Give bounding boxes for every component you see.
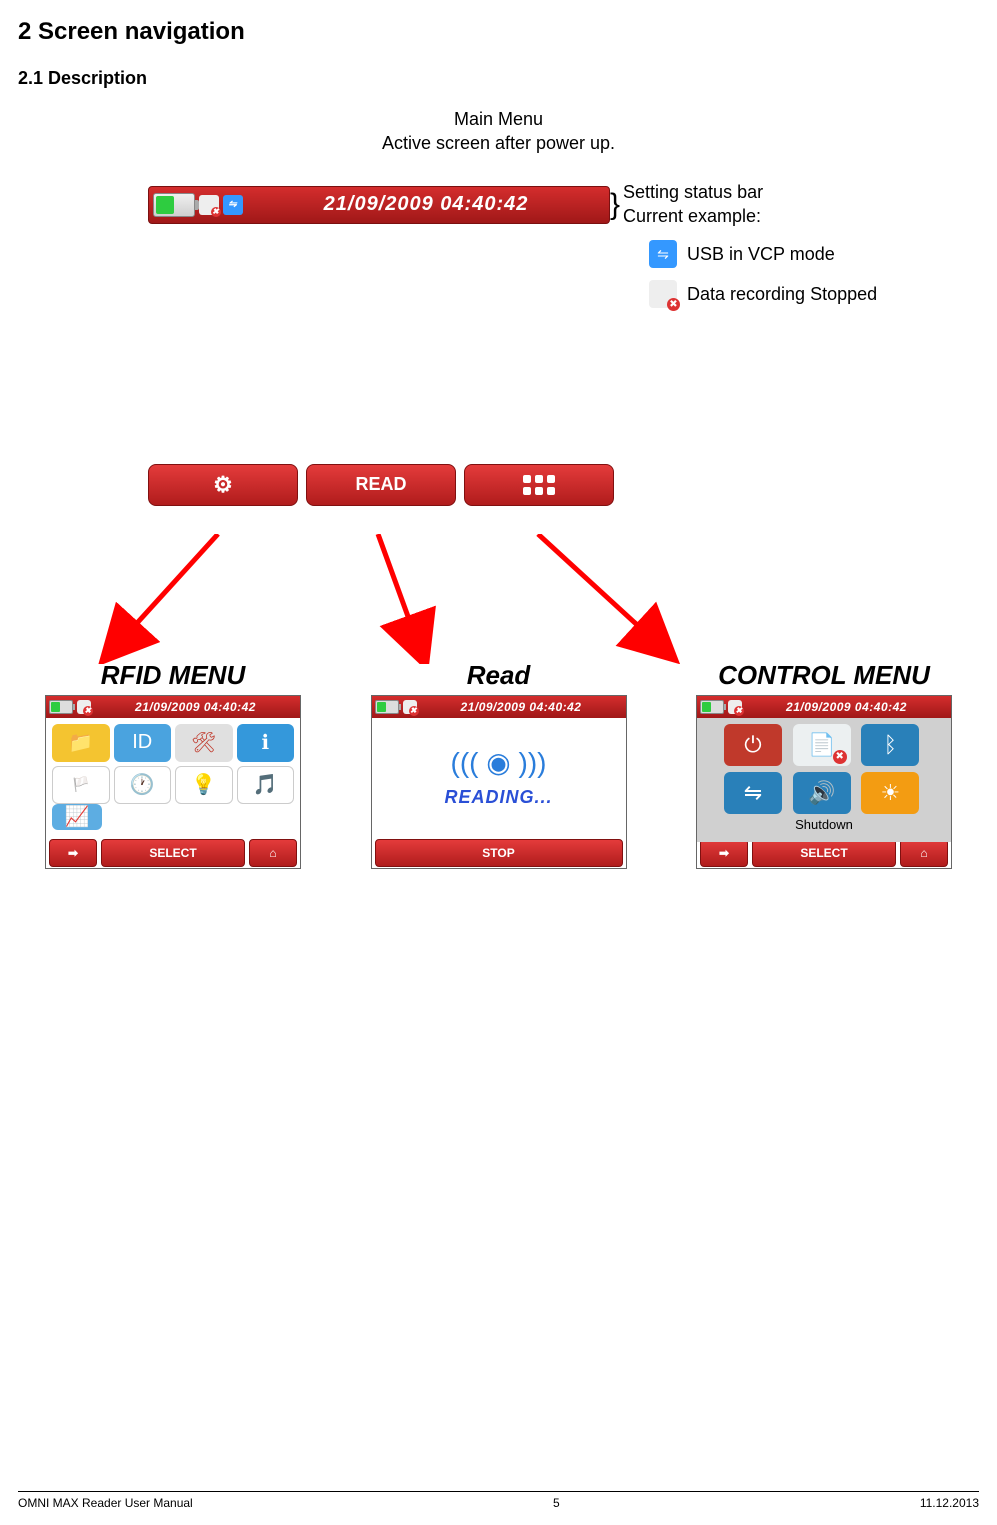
battery-icon [153,193,195,217]
rfid-title: RFID MENU [18,660,328,691]
section-heading: 2 Screen navigation [18,18,979,46]
recording-stopped-icon [77,700,91,714]
status-datetime: 21/09/2009 04:40:42 [243,193,609,216]
recording-stopped-icon [728,700,742,714]
info-icon[interactable]: ℹ [237,724,295,762]
recording-stopped-icon [199,195,219,215]
side-annotation: Setting status bar Current example: ⇋ US… [623,180,877,309]
rfid-row3: 📈 [52,804,102,830]
battery-icon [700,700,724,714]
intro-line2: Active screen after power up. [382,133,615,153]
recording-stopped-icon [403,700,417,714]
select-button[interactable]: SELECT [752,839,896,867]
signal-icon: ((( ◉ ))) [451,746,547,779]
control-selection-label: Shutdown [795,817,853,832]
rfid-icon[interactable]: ID [114,724,172,762]
usb-ctrl-icon[interactable]: ⇋ [724,772,782,814]
screens-row: RFID MENU 21/09/2009 04:40:42 📁 ID 🛠 ℹ 🏳… [18,660,979,869]
legend-usb: ⇋ USB in VCP mode [649,240,877,268]
rfid-status-datetime: 21/09/2009 04:40:42 [91,700,300,714]
tools-icon[interactable]: 🛠 [175,724,233,762]
battery-icon [375,700,399,714]
next-button[interactable]: ➡ [49,839,97,867]
control-title: CONTROL MENU [669,660,979,691]
control-menu-button[interactable] [464,464,614,506]
gear-icon: ⚙ [213,472,233,498]
control-body: ⏻ 📄✖ ᛒ ⇋ 🔊 ☀ Shutdown [697,718,951,836]
subsection-heading: 2.1 Description [18,68,979,89]
select-button[interactable]: SELECT [101,839,245,867]
page-footer: OMNI MAX Reader User Manual 5 11.12.2013 [18,1491,979,1510]
home-button[interactable]: ⌂ [249,839,297,867]
brace-icon: } [610,188,620,222]
rec-legend-icon [649,280,677,308]
side-line2: Current example: [623,204,877,228]
read-button[interactable]: READ [306,464,456,506]
rfid-icon-grid: 📁 ID 🛠 ℹ 🏳️ 🕐 💡 🎵 [46,718,300,810]
next-button[interactable]: ➡ [700,839,748,867]
home-button[interactable]: ⌂ [900,839,948,867]
legend-rec: Data recording Stopped [649,280,877,308]
doc-stop-icon[interactable]: 📄✖ [793,724,851,766]
read-footer: STOP [372,836,626,868]
battery-icon [49,700,73,714]
rfid-body: 📁 ID 🛠 ℹ 🏳️ 🕐 💡 🎵 📈 [46,718,300,836]
bluetooth-icon[interactable]: ᛒ [861,724,919,766]
read-status-datetime: 21/09/2009 04:40:42 [417,700,626,714]
intro-title: Main Menu Active screen after power up. [18,107,979,156]
music-icon[interactable]: 🎵 [237,766,295,804]
intro-line1: Main Menu [454,109,543,129]
control-grid: ⏻ 📄✖ ᛒ ⇋ 🔊 ☀ [724,724,924,814]
arrows-layer [18,534,979,654]
control-column: CONTROL MENU 21/09/2009 04:40:42 ⏻ 📄✖ ᛒ … [669,660,979,869]
side-line1: Setting status bar [623,180,877,204]
rfid-footer: ➡ SELECT ⌂ [46,836,300,868]
usb-icon: ⇋ [223,195,243,215]
control-screen: 21/09/2009 04:40:42 ⏻ 📄✖ ᛒ ⇋ 🔊 ☀ Shutdow… [696,695,952,869]
brightness-icon[interactable]: ☀ [861,772,919,814]
language-icon[interactable]: 🏳️ [52,766,110,804]
footer-right: 11.12.2013 [920,1496,979,1510]
footer-left: OMNI MAX Reader User Manual [18,1496,193,1510]
power-icon[interactable]: ⏻ [724,724,782,766]
footer-center: 5 [553,1496,560,1510]
graph-icon[interactable]: 📈 [52,804,102,830]
stop-button[interactable]: STOP [375,839,623,867]
usb-legend-icon: ⇋ [649,240,677,268]
read-title: Read [344,660,654,691]
bulb-icon[interactable]: 💡 [175,766,233,804]
rfid-screen: 21/09/2009 04:40:42 📁 ID 🛠 ℹ 🏳️ 🕐 💡 🎵 📈 [45,695,301,869]
rec-legend-label: Data recording Stopped [687,282,877,306]
grid-icon [523,475,555,495]
status-bar-large: ⇋ 21/09/2009 04:40:42 [148,186,610,224]
control-status-datetime: 21/09/2009 04:40:42 [742,700,951,714]
rfid-menu-button[interactable]: ⚙ [148,464,298,506]
read-column: Read 21/09/2009 04:40:42 ((( ◉ ))) READI… [344,660,654,869]
main-button-row: ⚙ READ [148,464,614,506]
read-body: ((( ◉ ))) READING... [372,718,626,836]
rfid-status-bar: 21/09/2009 04:40:42 [46,696,300,718]
sound-icon[interactable]: 🔊 [793,772,851,814]
control-status-bar: 21/09/2009 04:40:42 [697,696,951,718]
read-screen: 21/09/2009 04:40:42 ((( ◉ ))) READING...… [371,695,627,869]
file-icon[interactable]: 📁 [52,724,110,762]
reading-label: READING... [444,787,552,808]
rfid-column: RFID MENU 21/09/2009 04:40:42 📁 ID 🛠 ℹ 🏳… [18,660,328,869]
usb-legend-label: USB in VCP mode [687,242,835,266]
read-status-bar: 21/09/2009 04:40:42 [372,696,626,718]
main-area: ⇋ 21/09/2009 04:40:42 } Setting status b… [18,174,979,534]
arrows-svg [18,534,978,664]
clock-icon[interactable]: 🕐 [114,766,172,804]
